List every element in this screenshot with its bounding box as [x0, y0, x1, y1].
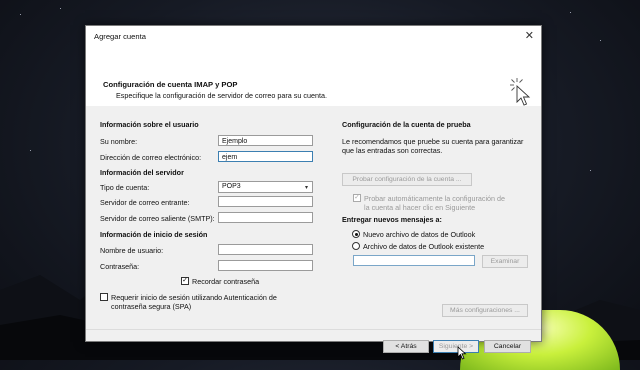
password-label: Contraseña: — [100, 262, 140, 271]
add-account-dialog: Agregar cuenta ✕ Configuración de cuenta… — [85, 25, 542, 360]
data-file-path-input[interactable] — [353, 255, 475, 266]
existing-data-file-label: Archivo de datos de Outlook existente — [363, 242, 485, 251]
user-info-section-title: Información sobre el usuario — [100, 120, 199, 129]
next-button[interactable]: Siguiente > — [433, 340, 479, 353]
test-desc-line1: Le recomendamos que pruebe su cuenta par… — [342, 137, 524, 146]
outgoing-server-label: Servidor de correo saliente (SMTP): — [100, 214, 215, 223]
auto-test-label-line2: la cuenta al hacer clic en Siguiente — [364, 203, 476, 212]
close-icon[interactable]: ✕ — [525, 29, 534, 42]
test-section-title: Configuración de la cuenta de prueba — [342, 120, 471, 129]
incoming-server-input[interactable] — [218, 196, 313, 207]
window-title: Agregar cuenta — [94, 32, 146, 41]
deliver-section-title: Entregar nuevos mensajes a: — [342, 215, 442, 224]
account-type-value: POP3 — [222, 183, 241, 190]
account-type-select[interactable]: POP3 ▾ — [218, 181, 313, 193]
account-type-label: Tipo de cuenta: — [100, 183, 150, 192]
more-settings-button[interactable]: Más configuraciones ... — [442, 304, 528, 317]
existing-data-file-radio[interactable] — [352, 242, 360, 250]
page-subtitle: Especifique la configuración de servidor… — [116, 91, 327, 100]
auto-test-checkbox[interactable]: ✓ — [353, 194, 361, 202]
spa-label-line2: contraseña segura (SPA) — [111, 302, 192, 311]
title-bar: Agregar cuenta ✕ — [86, 26, 541, 48]
auto-test-label-line1: Probar automáticamente la configuración … — [364, 194, 506, 203]
new-data-file-label: Nuevo archivo de datos de Outlook — [363, 230, 476, 239]
spa-checkbox[interactable] — [100, 293, 108, 301]
remember-password-checkbox[interactable]: ✓ — [181, 277, 189, 285]
email-input[interactable]: ejem — [218, 151, 313, 162]
login-info-section-title: Información de inicio de sesión — [100, 230, 208, 239]
remember-password-label: Recordar contraseña — [192, 277, 260, 286]
username-input[interactable] — [218, 244, 313, 255]
footer-divider — [86, 329, 541, 330]
chevron-down-icon[interactable]: ▾ — [302, 183, 311, 191]
email-label: Dirección de correo electrónico: — [100, 153, 202, 162]
test-account-button[interactable]: Probar configuración de la cuenta ... — [342, 173, 472, 186]
outgoing-server-input[interactable] — [218, 212, 313, 223]
test-desc-line2: que las entradas son correctas. — [342, 146, 443, 155]
dialog-header: Configuración de cuenta IMAP y POP Espec… — [86, 48, 541, 107]
back-button[interactable]: < Atrás — [383, 340, 429, 353]
name-label: Su nombre: — [100, 137, 138, 146]
username-label: Nombre de usuario: — [100, 246, 164, 255]
password-input[interactable] — [218, 260, 313, 271]
new-data-file-radio[interactable] — [352, 230, 360, 238]
spa-label-line1: Requerir inicio de sesión utilizando Aut… — [111, 293, 277, 302]
server-info-section-title: Información del servidor — [100, 168, 184, 177]
cancel-button[interactable]: Cancelar — [484, 340, 531, 353]
cursor-click-icon — [510, 78, 531, 106]
incoming-server-label: Servidor de correo entrante: — [100, 198, 190, 207]
dialog-body: Información sobre el usuario Su nombre: … — [86, 106, 541, 360]
mouse-pointer-icon — [457, 346, 467, 360]
browse-button[interactable]: Examinar — [482, 255, 528, 268]
name-input[interactable]: Ejemplo — [218, 135, 313, 146]
page-title: Configuración de cuenta IMAP y POP — [103, 80, 238, 89]
